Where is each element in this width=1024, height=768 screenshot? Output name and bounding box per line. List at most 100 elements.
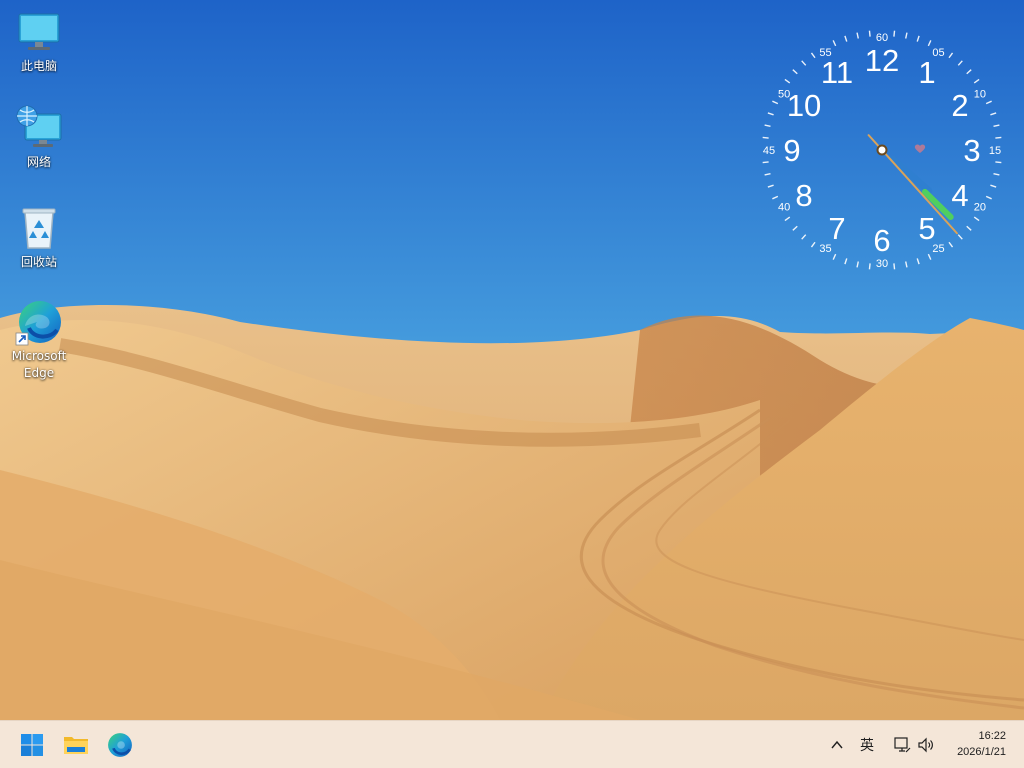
clock-hour-numeral: 5 [918,211,935,246]
clock-tick [868,263,871,270]
clock-hour-numeral: 3 [963,133,980,168]
analog-clock-widget: 600510152025303540455055 12 1234567891011 [762,30,1002,270]
folder-icon [64,737,88,754]
clock-minute-label: 15 [989,145,1001,157]
clock-tick [832,40,837,47]
taskbar-clock[interactable]: 16:22 2026/1/21 [957,728,1006,760]
clock-minute-label: 30 [876,258,888,270]
desktop[interactable]: 此电脑 网络 回收站 Microsoft Edge 60 05 10 15 20… [0,0,1024,720]
clock-tick [985,100,992,105]
desktop-icon-label: 网络 [26,155,51,169]
clock-tick [993,173,1000,176]
clock-tick [767,112,774,116]
clock-tick [916,258,920,265]
clock-tick [995,136,1002,139]
desktop-icon-recycle-bin[interactable]: 回收站 [4,204,74,271]
clock-tick [762,136,769,139]
clock-tick [927,253,932,260]
clock-minute-label: 40 [778,202,790,214]
clock-hour-numeral: 10 [787,88,821,123]
clock-tick [792,225,798,231]
clock-tick [856,261,859,268]
clock-center-pin [876,144,888,156]
taskbar-clock-time: 16:22 [978,730,1006,742]
clock-tick [973,216,980,222]
recycle-bin-icon [22,208,56,249]
clock-tick [985,195,992,200]
edge-icon [108,733,132,757]
clock-tick [810,241,816,248]
clock-tick [927,40,932,47]
clock-tick [784,78,791,84]
monitor-icon [18,13,60,50]
clock-hour-numeral: 2 [951,88,968,123]
clock-tick [905,32,908,39]
tray-volume-button[interactable] [917,733,935,757]
taskbar-clock-date: 2026/1/21 [957,746,1006,758]
clock-tick [762,161,769,164]
edge-icon [15,301,61,346]
clock-hour-numeral: 1 [918,55,935,90]
clock-tick [990,184,997,188]
clock-tick [856,32,859,39]
clock-tick [772,195,779,200]
clock-tick [993,124,1000,127]
clock-tick [893,30,896,37]
speaker-icon [918,737,933,753]
clock-minute-label: 10 [974,89,986,101]
clock-tick [792,69,798,75]
clock-hour-numeral: 4 [951,178,968,213]
clock-tick [767,184,774,188]
tray-overflow-button[interactable] [830,733,844,757]
desktop-icon-label: Microsoft Edge [11,349,67,380]
clock-tick [810,52,816,59]
start-button[interactable] [12,725,52,765]
taskbar-file-explorer-button[interactable] [56,725,96,765]
clock-tick [948,241,954,248]
clock-tick [801,234,807,240]
clock-hour-numeral: 8 [795,178,812,213]
desktop-icon-network[interactable]: 网络 [4,104,74,171]
clock-tick [995,161,1002,164]
tray-network-button[interactable] [893,733,911,757]
clock-hour-hand [889,155,933,195]
clock-hour-numeral: 9 [783,133,800,168]
clock-tick [868,30,871,37]
clock-tick [764,124,771,127]
clock-tick [844,35,848,42]
clock-tick [973,78,980,84]
chevron-up-icon [831,740,843,749]
clock-tick [966,225,972,231]
taskbar-edge-button[interactable] [100,725,140,765]
clock-tick [772,100,779,105]
clock-tick [832,253,837,260]
clock-tick [948,52,954,59]
clock-hour-numeral: 11 [821,55,853,90]
desktop-icon-label: 此电脑 [20,59,57,73]
desktop-icon-label: 回收站 [20,255,57,269]
input-language-indicator[interactable]: 英 [860,733,874,757]
clock-hour-numeral: 6 [873,223,890,258]
clock-minute-label: 45 [763,145,775,157]
clock-minute-label: 20 [974,202,986,214]
windows-start-icon [21,734,43,756]
clock-tick [957,234,963,240]
clock-tick [784,216,791,222]
clock-hour-numeral: 12 [865,43,899,78]
clock-hour-numeral: 7 [828,211,845,246]
clock-tick [916,35,920,42]
input-language-label: 英 [860,738,874,754]
clock-tick [844,258,848,265]
network-globe-icon [16,105,62,147]
taskbar: 英 16:22 2026/1/21 [0,720,1024,768]
clock-tick [990,112,997,116]
clock-tick [764,173,771,176]
clock-tick [957,60,963,66]
clock-tick [905,261,908,268]
heart-icon [914,144,926,153]
clock-tick [893,263,896,270]
desktop-icon-edge[interactable]: Microsoft Edge [4,298,74,382]
network-monitor-icon [894,737,911,753]
desktop-icon-this-pc[interactable]: 此电脑 [4,8,74,75]
clock-tick [966,69,972,75]
